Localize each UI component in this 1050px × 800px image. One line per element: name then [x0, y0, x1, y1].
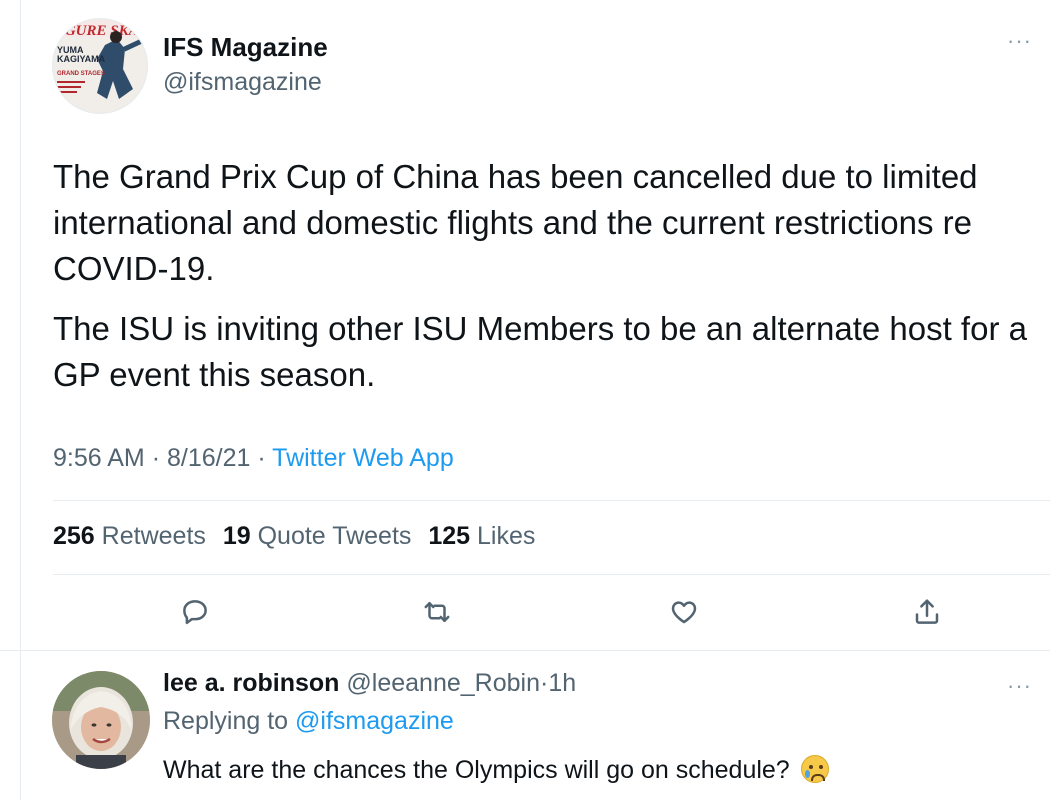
tweet-date[interactable]: 8/16/21 — [167, 444, 250, 472]
crying-face-icon — [800, 755, 829, 783]
divider — [53, 500, 1050, 501]
tear-shape — [804, 770, 810, 778]
retweet-button[interactable] — [417, 592, 457, 632]
likes-count: 125 — [428, 522, 471, 550]
reply-button[interactable] — [175, 592, 215, 632]
reply-text-content: What are the chances the Olympics will g… — [163, 756, 790, 784]
likes-label: Likes — [477, 522, 536, 550]
reply-author-avatar[interactable] — [52, 671, 150, 769]
tweet-paragraph-1: The Grand Prix Cup of China has been can… — [53, 158, 978, 287]
author-handle[interactable]: @ifsmagazine — [163, 68, 322, 97]
reply-author-handle[interactable]: @leeanne_Robin — [346, 669, 540, 697]
like-button[interactable] — [664, 592, 704, 632]
divider — [53, 574, 1050, 575]
retweet-icon — [424, 602, 450, 622]
share-icon — [915, 599, 939, 624]
quote-tweets-stat[interactable]: 19 Quote Tweets — [223, 522, 412, 550]
tweet-paragraph-2: The ISU is inviting other ISU Members to… — [53, 310, 1027, 393]
main-tweet: IGURE SKATI YUMA KAGIYAMA GRAND STAGES I… — [21, 0, 1050, 650]
reply-text: What are the chances the Olympics will g… — [163, 755, 829, 785]
reply-icon — [183, 600, 207, 625]
retweets-label: Retweets — [101, 522, 206, 550]
tweet-source-link[interactable]: Twitter Web App — [272, 444, 454, 472]
tweet-time[interactable]: 9:56 AM — [53, 444, 145, 472]
replying-to-mention[interactable]: @ifsmagazine — [295, 707, 454, 735]
cover-caption: GRAND STAGES — [57, 71, 105, 77]
meta-separator: · — [151, 444, 161, 472]
profile-photo — [52, 671, 150, 769]
reply-more-options-icon[interactable]: ··· — [1007, 673, 1032, 699]
quote-tweets-label: Quote Tweets — [257, 522, 412, 550]
like-icon — [671, 601, 697, 624]
more-options-icon[interactable]: ··· — [1007, 28, 1032, 54]
retweets-count: 256 — [53, 522, 95, 550]
cover-name-line2: KAGIYAMA — [57, 54, 106, 64]
retweets-stat[interactable]: 256 Retweets — [53, 522, 206, 550]
replying-to-line: Replying to @ifsmagazine — [163, 707, 454, 736]
likes-stat[interactable]: 125 Likes — [428, 522, 535, 550]
tweet-action-bar — [53, 592, 1043, 632]
reply-tweet: lee a. robinson @leeanne_Robin·1h ··· Re… — [21, 651, 1050, 800]
reply-author-name[interactable]: lee a. robinson — [163, 669, 339, 697]
tweet-metadata: 9:56 AM · 8/16/21 · Twitter Web App — [53, 444, 454, 473]
cover-masthead: IGURE SKATI — [58, 23, 148, 39]
replying-to-label: Replying to — [163, 707, 289, 735]
magazine-cover-image: IGURE SKATI YUMA KAGIYAMA GRAND STAGES — [53, 19, 148, 113]
engagement-stats: 256 Retweets 19 Quote Tweets 125 Likes — [53, 522, 545, 551]
reply-timestamp[interactable]: 1h — [548, 669, 576, 697]
quote-tweets-count: 19 — [222, 522, 251, 550]
tweet-text: The Grand Prix Cup of China has been can… — [53, 154, 1043, 398]
reply-header: lee a. robinson @leeanne_Robin·1h — [163, 669, 576, 698]
author-display-name[interactable]: IFS Magazine — [163, 32, 328, 63]
share-button[interactable] — [907, 592, 947, 632]
meta-separator: · — [257, 444, 266, 472]
ifs-magazine-avatar[interactable]: IGURE SKATI YUMA KAGIYAMA GRAND STAGES — [52, 18, 148, 114]
